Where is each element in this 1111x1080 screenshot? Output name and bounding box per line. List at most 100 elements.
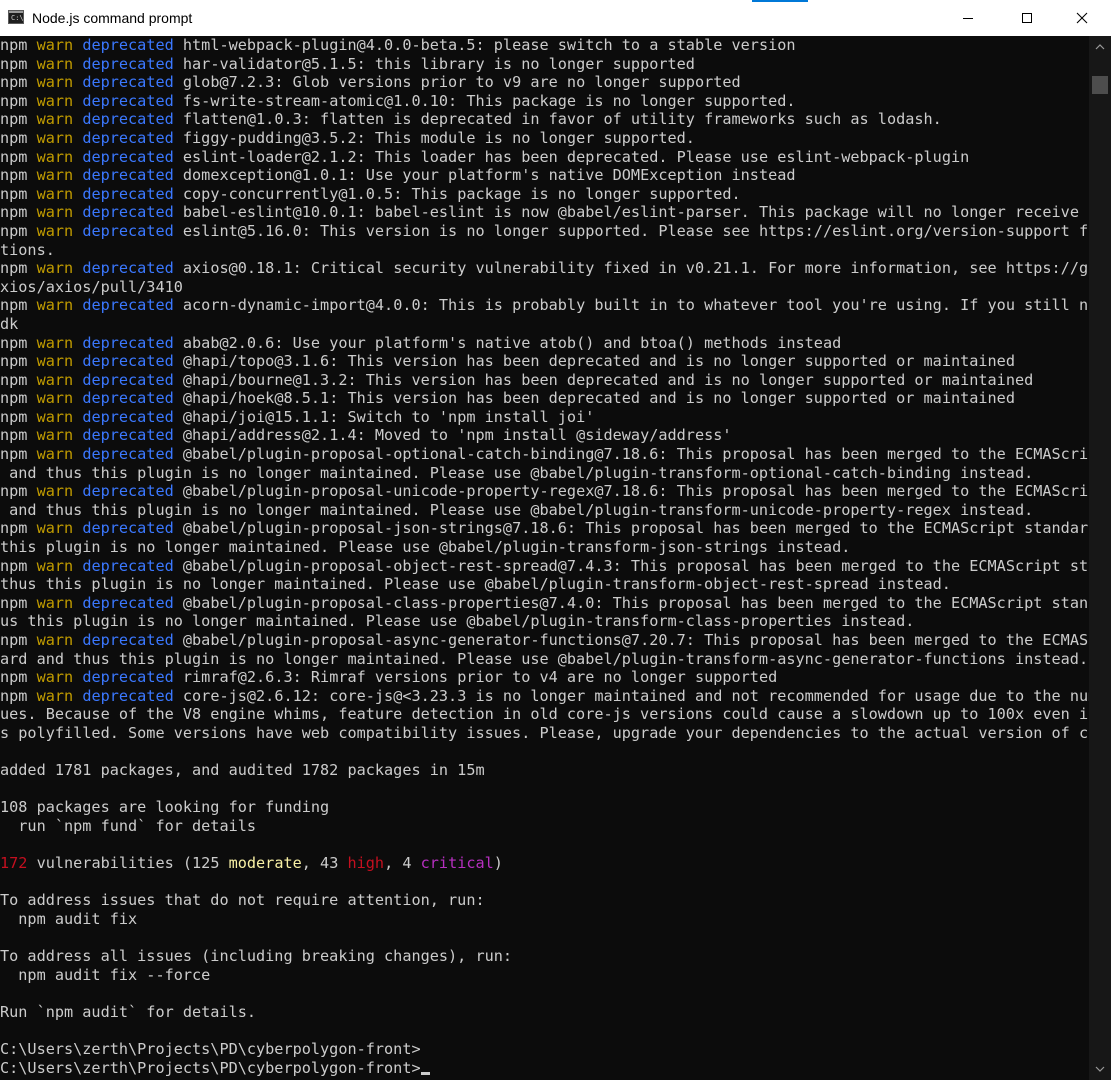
terminal-text: @babel/plugin-proposal-optional-catch-bi… xyxy=(173,445,1089,464)
terminal-text: warn xyxy=(36,259,74,278)
terminal-text: @babel/plugin-proposal-class-properties@… xyxy=(173,593,1089,612)
terminal-text: warn xyxy=(36,445,74,464)
terminal-text: ) xyxy=(493,854,503,873)
terminal-line: thus this plugin is no longer maintained… xyxy=(0,575,1089,594)
terminal-text: To address issues that do not require at… xyxy=(0,891,485,910)
terminal-text: deprecated xyxy=(82,445,174,464)
terminal-text: deprecated xyxy=(82,407,174,426)
terminal-text: @hapi/joi@15.1.1: Switch to 'npm install… xyxy=(173,407,595,426)
terminal-text: ard and thus this plugin is no longer ma… xyxy=(0,649,1089,668)
terminal-text: us this plugin is no longer maintained. … xyxy=(0,612,915,631)
terminal-text: vulnerabilities ( xyxy=(27,854,193,873)
terminal-text: 108 packages are looking for funding xyxy=(0,798,330,817)
terminal-text: deprecated xyxy=(82,333,174,352)
terminal-line: To address all issues (including breakin… xyxy=(0,947,1089,966)
terminal-line: npm audit fix --force xyxy=(0,966,1089,985)
terminal-text: deprecated xyxy=(82,54,174,73)
maximize-button[interactable] xyxy=(1004,0,1050,36)
minimize-button[interactable] xyxy=(945,0,991,36)
terminal-text: critical xyxy=(420,854,494,873)
chevron-up-icon xyxy=(1095,44,1105,50)
terminal-line: npm warn deprecated @babel/plugin-propos… xyxy=(0,631,1089,650)
console-icon[interactable]: C:\ xyxy=(8,10,24,24)
terminal-text: ues. Because of the V8 engine whims, fea… xyxy=(0,705,1089,724)
terminal-text: html-webpack-plugin@4.0.0-beta.5: please… xyxy=(173,36,796,54)
terminal-text: moderate xyxy=(228,854,302,873)
terminal-line: npm warn deprecated @babel/plugin-propos… xyxy=(0,482,1089,501)
terminal-text: deprecated xyxy=(82,36,174,54)
terminal-line: npm warn deprecated @babel/plugin-propos… xyxy=(0,594,1089,613)
terminal-line: To address issues that do not require at… xyxy=(0,891,1089,910)
terminal-text: npm xyxy=(0,426,37,445)
chevron-down-icon xyxy=(1095,1066,1105,1072)
scroll-up-button[interactable] xyxy=(1089,36,1111,58)
terminal-text: deprecated xyxy=(82,352,174,371)
terminal-text: npm audit fix --force xyxy=(0,965,211,984)
terminal-text: deprecated xyxy=(82,91,174,110)
terminal-line: npm warn deprecated html-webpack-plugin@… xyxy=(0,36,1089,55)
terminal-text: deprecated xyxy=(82,686,174,705)
terminal-text: core-js@2.6.12: core-js@<3.23.3 is no lo… xyxy=(173,686,1089,705)
terminal-text: deprecated xyxy=(82,147,174,166)
scroll-down-button[interactable] xyxy=(1089,1058,1111,1080)
terminal-text: high xyxy=(347,854,385,873)
terminal-line: npm warn deprecated eslint@5.16.0: This … xyxy=(0,222,1089,241)
terminal-text: babel-eslint@10.0.1: babel-eslint is now… xyxy=(173,203,1089,222)
terminal-text: deprecated xyxy=(82,166,174,185)
terminal-text: deprecated xyxy=(82,110,174,129)
terminal-text: warn xyxy=(36,389,74,408)
scrollbar-thumb[interactable] xyxy=(1092,76,1108,94)
terminal-text: C:\Users\zerth\Projects\PD\cyberpolygon-… xyxy=(0,1040,421,1059)
terminal-text: npm xyxy=(0,352,37,371)
terminal-text: npm xyxy=(0,519,37,538)
terminal-text: har-validator@5.1.5: this library is no … xyxy=(173,54,695,73)
terminal-text: warn xyxy=(36,110,74,129)
terminal-text: rimraf@2.6.3: Rimraf versions prior to v… xyxy=(173,668,778,687)
terminal-text: npm xyxy=(0,110,37,129)
terminal-line: npm warn deprecated babel-eslint@10.0.1:… xyxy=(0,203,1089,222)
terminal-text: warn xyxy=(36,668,74,687)
terminal-text: and thus this plugin is no longer mainta… xyxy=(0,500,1034,519)
terminal-text: fs-write-stream-atomic@1.0.10: This pack… xyxy=(173,91,796,110)
terminal-text: flatten@1.0.3: flatten is deprecated in … xyxy=(173,110,942,129)
close-icon xyxy=(1076,12,1088,24)
terminal-line: npm warn deprecated har-validator@5.1.5:… xyxy=(0,55,1089,74)
terminal-text: warn xyxy=(36,426,74,445)
terminal-line: npm warn deprecated @hapi/address@2.1.4:… xyxy=(0,426,1089,445)
terminal-output[interactable]: npm warn deprecated html-webpack-plugin@… xyxy=(0,36,1089,1080)
terminal-line: run `npm fund` for details xyxy=(0,817,1089,836)
terminal-text: npm xyxy=(0,128,37,147)
vertical-scrollbar[interactable] xyxy=(1089,36,1111,1080)
terminal-line: npm warn deprecated core-js@2.6.12: core… xyxy=(0,687,1089,706)
taskbar-accent-strip xyxy=(752,0,808,2)
terminal-text: warn xyxy=(36,203,74,222)
close-button[interactable] xyxy=(1059,0,1105,36)
terminal-line: s polyfilled. Some versions have web com… xyxy=(0,724,1089,743)
terminal-text: npm xyxy=(0,73,37,92)
terminal-line: npm warn deprecated axios@0.18.1: Critic… xyxy=(0,259,1089,278)
title-bar[interactable]: C:\ Node.js command prompt xyxy=(0,0,1111,36)
terminal-text: deprecated xyxy=(82,426,174,445)
terminal-text: warn xyxy=(36,482,74,501)
terminal-text: warn xyxy=(36,556,74,575)
terminal-text: warn xyxy=(36,519,74,538)
terminal-text: @babel/plugin-proposal-object-rest-sprea… xyxy=(173,556,1089,575)
terminal-text: deprecated xyxy=(82,631,174,649)
terminal-text: run `npm fund` for details xyxy=(0,816,257,835)
terminal-text: npm xyxy=(0,686,37,705)
terminal-text: deprecated xyxy=(82,184,174,203)
terminal-text: warn xyxy=(36,407,74,426)
terminal-line: npm warn deprecated eslint-loader@2.1.2:… xyxy=(0,148,1089,167)
terminal-text: npm xyxy=(0,631,37,649)
